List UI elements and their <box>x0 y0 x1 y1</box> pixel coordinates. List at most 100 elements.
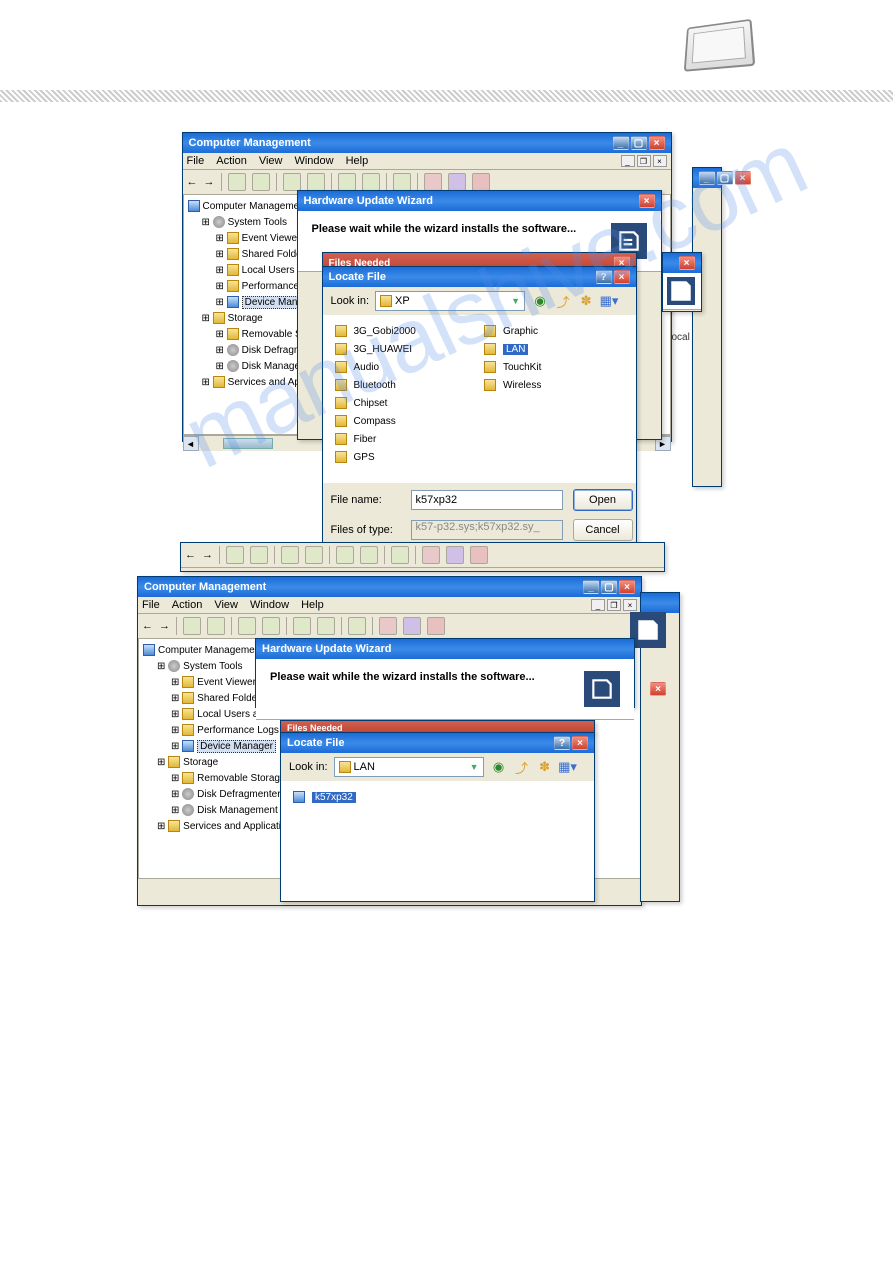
back-button[interactable]: ← <box>187 176 198 188</box>
toolbar-icon[interactable] <box>336 546 354 564</box>
new-folder-icon[interactable]: ✽ <box>536 758 554 776</box>
menu-action[interactable]: Action <box>172 599 203 611</box>
file-item[interactable]: 3G_Gobi2000 <box>335 323 475 339</box>
menu-help[interactable]: Help <box>346 155 369 167</box>
mdi-restore-button[interactable]: ❐ <box>607 599 621 611</box>
close-button[interactable]: × <box>572 736 588 750</box>
close-button[interactable]: × <box>619 580 635 594</box>
toolbar-icon[interactable] <box>391 546 409 564</box>
file-item[interactable]: Graphic <box>484 323 624 339</box>
wizard-hardware-icon <box>667 277 695 305</box>
cancel-button[interactable]: Cancel <box>573 519 633 541</box>
forward-button[interactable]: → <box>159 620 170 632</box>
mdi-min-button[interactable]: _ <box>591 599 605 611</box>
mdi-close-button[interactable]: × <box>623 599 637 611</box>
toolbar-icon[interactable] <box>422 546 440 564</box>
menu-window[interactable]: Window <box>250 599 289 611</box>
back-icon[interactable]: ◉ <box>531 292 549 310</box>
menu-action[interactable]: Action <box>216 155 247 167</box>
help-button[interactable]: ? <box>554 736 570 750</box>
bg-wizard: × <box>662 252 702 312</box>
maximize-icon: ▢ <box>717 171 733 185</box>
minimize-button[interactable]: _ <box>583 580 599 594</box>
toolbar-icon[interactable] <box>238 617 256 635</box>
menu-view[interactable]: View <box>214 599 238 611</box>
file-item[interactable]: TouchKit <box>484 359 624 375</box>
close-button[interactable]: × <box>649 136 665 150</box>
locate-file-dialog: Locate File ?× Look in: XP▼ ◉ ⤴ ✽ ▦▾ 3G_… <box>322 266 637 548</box>
toolbar-icon[interactable] <box>448 173 466 191</box>
toolbar-icon[interactable] <box>283 173 301 191</box>
forward-button[interactable]: → <box>202 549 213 561</box>
filename-input[interactable] <box>411 490 563 510</box>
forward-button[interactable]: → <box>204 176 215 188</box>
menu-view[interactable]: View <box>259 155 283 167</box>
menu-file[interactable]: File <box>187 155 205 167</box>
scroll-left-button[interactable]: ◄ <box>183 436 199 451</box>
menu-help[interactable]: Help <box>301 599 324 611</box>
file-list[interactable]: 3G_Gobi2000 3G_HUAWEI Audio Bluetooth Chipse… <box>325 317 634 437</box>
toolbar-icon[interactable] <box>281 546 299 564</box>
help-button[interactable]: ? <box>596 270 612 284</box>
toolbar-icon[interactable] <box>379 617 397 635</box>
mdi-min-button[interactable]: _ <box>621 155 635 167</box>
toolbar-icon[interactable] <box>305 546 323 564</box>
file-item[interactable]: GPS <box>335 449 475 465</box>
file-item[interactable]: Chipset <box>335 395 475 411</box>
file-item[interactable]: LAN <box>484 341 624 357</box>
views-icon[interactable]: ▦▾ <box>600 292 618 310</box>
maximize-button[interactable]: ▢ <box>631 136 647 150</box>
wizard-message: Please wait while the wizard installs th… <box>270 671 535 683</box>
toolbar-icon[interactable] <box>228 173 246 191</box>
back-button[interactable]: ← <box>142 620 153 632</box>
toolbar-icon[interactable] <box>252 173 270 191</box>
file-item[interactable]: Audio <box>335 359 475 375</box>
toolbar-icon[interactable] <box>470 546 488 564</box>
up-folder-icon[interactable]: ⤴ <box>554 292 572 310</box>
toolbar-icon[interactable] <box>338 173 356 191</box>
file-list[interactable]: k57xp32 <box>283 783 592 883</box>
back-button[interactable]: ← <box>185 549 196 561</box>
mdi-restore-button[interactable]: ❐ <box>637 155 651 167</box>
toolbar-icon[interactable] <box>183 617 201 635</box>
toolbar-icon[interactable] <box>293 617 311 635</box>
close-button[interactable]: × <box>639 194 655 208</box>
filename-label: File name: <box>331 494 401 506</box>
new-folder-icon[interactable]: ✽ <box>577 292 595 310</box>
file-item[interactable]: Bluetooth <box>335 377 475 393</box>
toolbar-icon[interactable] <box>362 173 380 191</box>
toolbar-icon[interactable] <box>446 546 464 564</box>
minimize-button[interactable]: _ <box>613 136 629 150</box>
toolbar-icon[interactable] <box>424 173 442 191</box>
file-item[interactable]: Fiber <box>335 431 475 447</box>
menu-window[interactable]: Window <box>294 155 333 167</box>
toolbar-icon[interactable] <box>317 617 335 635</box>
file-item[interactable]: Wireless <box>484 377 624 393</box>
toolbar-icon[interactable] <box>427 617 445 635</box>
file-item[interactable]: k57xp32 <box>293 789 582 805</box>
toolbar-icon[interactable] <box>393 173 411 191</box>
maximize-button[interactable]: ▢ <box>601 580 617 594</box>
close-button[interactable]: × <box>614 270 630 284</box>
toolbar-icon[interactable] <box>348 617 366 635</box>
open-button[interactable]: Open <box>573 489 633 511</box>
toolbar-icon[interactable] <box>226 546 244 564</box>
toolbar-icon[interactable] <box>472 173 490 191</box>
file-item[interactable]: Compass <box>335 413 475 429</box>
file-item[interactable]: 3G_HUAWEI <box>335 341 475 357</box>
mdi-close-button[interactable]: × <box>653 155 667 167</box>
scroll-thumb[interactable] <box>223 438 273 449</box>
back-icon[interactable]: ◉ <box>490 758 508 776</box>
up-folder-icon[interactable]: ⤴ <box>513 758 531 776</box>
toolbar-icon[interactable] <box>403 617 421 635</box>
toolbar-icon[interactable] <box>250 546 268 564</box>
toolbar-icon[interactable] <box>262 617 280 635</box>
lookin-combo[interactable]: XP▼ <box>375 291 525 311</box>
toolbar-icon[interactable] <box>360 546 378 564</box>
lookin-label: Look in: <box>331 295 370 307</box>
lookin-combo[interactable]: LAN▼ <box>334 757 484 777</box>
views-icon[interactable]: ▦▾ <box>559 758 577 776</box>
toolbar-icon[interactable] <box>307 173 325 191</box>
menu-file[interactable]: File <box>142 599 160 611</box>
toolbar-icon[interactable] <box>207 617 225 635</box>
